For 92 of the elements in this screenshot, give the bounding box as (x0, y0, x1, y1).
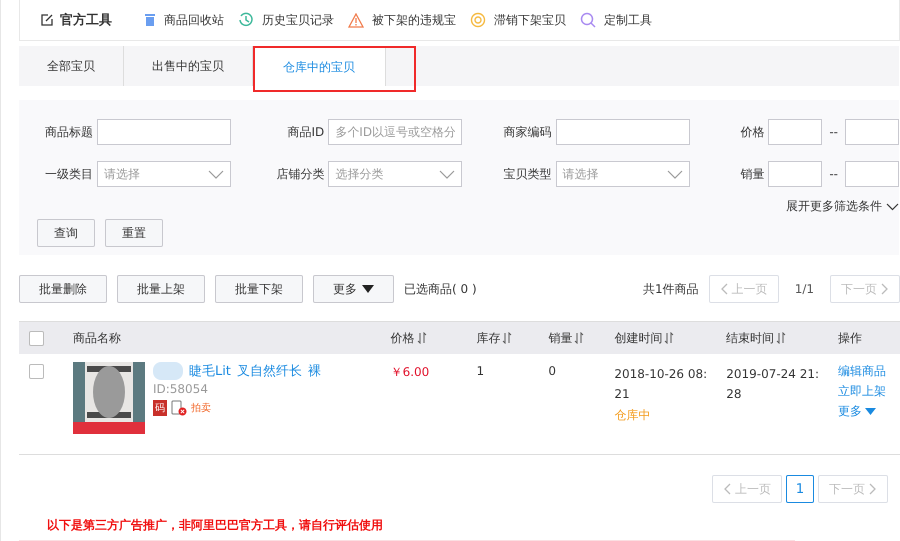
filter-button[interactable]: 查询 (37, 219, 95, 247)
sort-icon[interactable] (776, 332, 786, 344)
more-link[interactable]: 更多 (838, 402, 900, 420)
product-title-link[interactable]: 叉自然纤长 (236, 362, 302, 380)
clock-icon (238, 12, 254, 28)
chevron-down-icon (666, 170, 683, 178)
field-label: 价格 (739, 124, 764, 140)
sort-icon[interactable] (574, 332, 584, 344)
input-field[interactable] (556, 119, 690, 145)
created-time: 2018-10-26 08:21 (614, 366, 708, 403)
product-title-link[interactable]: 睫毛Lit (188, 362, 231, 380)
field-label: 店铺分类 (276, 166, 324, 182)
trash-icon (144, 13, 156, 27)
auction-tag: 拍卖 (190, 401, 211, 415)
action-button[interactable]: 批量上架 (117, 275, 205, 303)
column-header: 商品名称 (72, 330, 121, 346)
product-title-link[interactable]: 裸 (308, 362, 321, 380)
input-field[interactable] (768, 161, 822, 187)
stock-cell-text: 1 (476, 363, 486, 378)
expand-filters-link[interactable]: 展开更多筛选条件 (786, 198, 899, 215)
column-header: 操作 (838, 330, 862, 346)
total-count: 共1件商品 (643, 280, 699, 298)
code-badge: 码 (152, 400, 167, 416)
next-page-button[interactable]: 下一页 (818, 475, 888, 503)
chevron-right-icon (869, 483, 877, 495)
target-icon (470, 12, 486, 28)
sales-cell-text: 0 (548, 363, 558, 378)
ad-notice: 以下是第三方广告推广，非阿里巴巴官方工具，请自行评估使用 (46, 517, 384, 534)
blur-drawing (152, 362, 183, 380)
action-button[interactable]: 批量删除 (19, 275, 107, 303)
select-field[interactable]: 选择分类 (328, 161, 462, 187)
range-separator: -- (829, 125, 838, 139)
input-field[interactable]: 多个ID以逗号或空格分 (328, 119, 462, 145)
chevron-down-icon (208, 170, 224, 178)
status-label: 仓库中 (614, 407, 652, 424)
product-id: ID:58054 (152, 382, 209, 396)
action-button[interactable]: 批量下架 (215, 275, 303, 303)
tab[interactable]: 全部宝贝 (19, 46, 124, 86)
chevron-down-icon (886, 202, 899, 210)
field-label: 一级类目 (44, 166, 93, 182)
input-field[interactable] (845, 161, 899, 187)
phone-blocked-icon (170, 400, 187, 416)
tab[interactable]: 出售中的宝贝 (124, 46, 253, 86)
field-label: 销量 (739, 166, 764, 182)
select-field[interactable]: 请选择 (97, 161, 231, 187)
prev-page-button[interactable]: 上一页 (708, 275, 779, 303)
chevron-right-icon (881, 283, 889, 295)
column-header: 价格 (390, 330, 415, 346)
chevron-left-icon (720, 283, 728, 295)
field-label: 商品标题 (44, 124, 93, 140)
page-number-button[interactable]: 1 (786, 475, 814, 503)
caret-icon (362, 285, 374, 293)
chevron-down-icon (439, 170, 456, 178)
tool-link[interactable]: 滞销下架宝贝 (470, 12, 566, 28)
range-separator: -- (829, 167, 838, 181)
caret-icon (865, 408, 876, 414)
select-all-checkbox[interactable] (29, 330, 44, 346)
toolbar-title: 官方工具 (60, 12, 112, 29)
input-field[interactable] (768, 119, 822, 145)
chevron-left-icon (723, 483, 731, 495)
page-indicator: 1/1 (794, 282, 814, 296)
input-field[interactable] (845, 119, 899, 145)
tool-link[interactable]: 被下架的违规宝 (348, 12, 456, 28)
tool-link[interactable]: 历史宝贝记录 (238, 12, 334, 28)
prev-page-button[interactable]: 上一页 (712, 475, 782, 503)
sort-icon[interactable] (502, 332, 512, 344)
tool-link[interactable]: 定制工具 (580, 12, 652, 28)
column-header: 库存 (476, 330, 500, 346)
action-button[interactable]: 更多 (313, 275, 394, 303)
end-time: 2019-07-24 21:28 (726, 366, 820, 403)
input-field[interactable] (97, 119, 231, 145)
column-header: 销量 (548, 330, 572, 346)
tab[interactable]: 仓库中的宝贝 (253, 46, 386, 86)
sort-icon[interactable] (664, 332, 674, 344)
field-label: 商家编码 (504, 124, 552, 140)
tool-link[interactable]: 商品回收站 (144, 12, 224, 28)
column-header: 结束时间 (726, 330, 774, 347)
field-label: 商品ID (286, 124, 324, 140)
filter-button[interactable]: 重置 (105, 219, 163, 247)
edit-icon (40, 13, 54, 27)
operation-link[interactable]: 立即上架 (838, 382, 900, 400)
field-label: 宝贝类型 (504, 166, 552, 182)
column-header: 创建时间 (614, 330, 662, 346)
sort-icon[interactable] (416, 332, 427, 344)
select-field[interactable]: 请选择 (556, 161, 690, 187)
next-page-button[interactable]: 下一页 (830, 275, 900, 303)
price-cell-text: ￥6.00 (390, 364, 430, 381)
warning-icon (348, 12, 364, 28)
row-checkbox[interactable] (29, 364, 44, 379)
selected-count: 已选商品( 0 ) (404, 280, 477, 298)
search-icon (580, 12, 596, 28)
operation-link[interactable]: 编辑商品 (838, 362, 900, 380)
